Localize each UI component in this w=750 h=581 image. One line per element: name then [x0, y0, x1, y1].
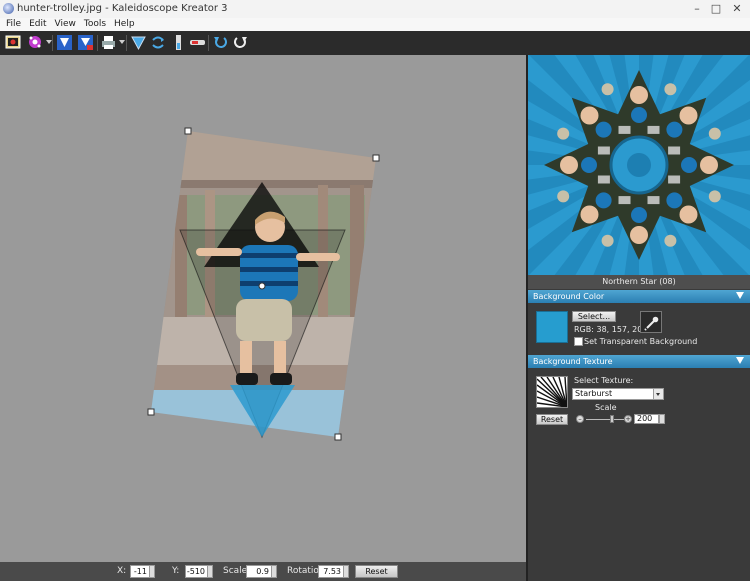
menu-edit[interactable]: Edit	[25, 18, 50, 31]
select-color-button[interactable]: Select...	[572, 311, 616, 322]
scale-slider-thumb[interactable]	[610, 415, 614, 423]
background-color-header[interactable]: Background Color	[528, 290, 750, 303]
flip-icon[interactable]	[150, 34, 167, 51]
background-color-title: Background Color	[533, 292, 605, 301]
background-texture-header[interactable]: Background Texture	[528, 355, 750, 368]
scale-decrease-icon[interactable]: –	[576, 415, 584, 423]
scale-input[interactable]: 0.9	[246, 565, 272, 578]
slide-icon[interactable]	[189, 34, 206, 51]
preview-caption: Northern Star (08)	[528, 275, 750, 289]
menu-view[interactable]: View	[51, 18, 80, 31]
pattern-icon[interactable]	[130, 34, 147, 51]
kaleidoscope-image	[528, 55, 750, 275]
print-dropdown-icon[interactable]	[119, 40, 125, 44]
y-input[interactable]: -510	[185, 565, 208, 578]
menu-help[interactable]: Help	[110, 18, 139, 31]
menu-tools[interactable]: Tools	[80, 18, 110, 31]
y-label: Y:	[172, 566, 180, 576]
undo-icon[interactable]	[212, 34, 229, 51]
y-spinner[interactable]	[207, 565, 213, 578]
pivot-handle[interactable]	[258, 282, 266, 290]
texture-scale-spinner[interactable]	[659, 414, 665, 424]
scale-increase-icon[interactable]: +	[624, 415, 632, 423]
redo-icon[interactable]	[232, 34, 249, 51]
resize-handle-top-right[interactable]	[372, 154, 380, 162]
scale-slider-track[interactable]	[586, 419, 624, 420]
texture-reset-button[interactable]: Reset	[536, 414, 568, 425]
image-canvas[interactable]	[0, 55, 526, 562]
export-icon[interactable]	[56, 34, 73, 51]
window-title: hunter-trolley.jpg - Kaleidoscope Kreato…	[17, 3, 228, 14]
texture-scale-label: Scale	[595, 403, 617, 412]
select-texture-label: Select Texture:	[574, 376, 634, 385]
eyedropper-icon[interactable]	[640, 311, 662, 333]
transparent-background-label: Set Transparent Background	[584, 337, 698, 346]
app-icon	[3, 3, 14, 14]
rotation-spinner[interactable]	[343, 565, 349, 578]
toolbar	[0, 31, 750, 56]
kaleidoscope-preview	[528, 55, 750, 275]
resize-handle-top-left[interactable]	[184, 127, 192, 135]
texture-select-value: Starburst	[575, 389, 613, 398]
side-panel: Northern Star (08) Background Color Sele…	[528, 55, 750, 581]
transparent-background-checkbox[interactable]	[574, 337, 583, 346]
x-input[interactable]: -11	[130, 565, 150, 578]
rgb-value-text: RGB: 38, 157, 207	[574, 325, 648, 334]
minimize-button[interactable]: –	[688, 2, 706, 16]
print-icon[interactable]	[100, 34, 117, 51]
save-icon[interactable]	[77, 34, 94, 51]
resize-handle-bottom-right[interactable]	[334, 433, 342, 441]
maximize-button[interactable]: □	[707, 2, 725, 16]
collapse-chevron-icon[interactable]	[736, 292, 744, 299]
toolbar-separator	[208, 35, 209, 51]
effects-icon[interactable]	[27, 34, 44, 51]
menu-file[interactable]: File	[2, 18, 25, 31]
photo-workspace[interactable]	[0, 55, 526, 562]
x-label: X:	[117, 566, 127, 576]
rotation-input[interactable]: 7.53	[318, 565, 344, 578]
close-button[interactable]: ✕	[728, 2, 746, 16]
title-bar: hunter-trolley.jpg - Kaleidoscope Kreato…	[0, 0, 750, 19]
menu-bar: File Edit View Tools Help	[0, 18, 750, 31]
x-spinner[interactable]	[149, 565, 155, 578]
chevron-down-icon[interactable]	[653, 389, 663, 399]
background-texture-title: Background Texture	[533, 357, 613, 366]
scale-spinner[interactable]	[271, 565, 277, 578]
collapse-chevron-icon[interactable]	[736, 357, 744, 364]
texture-preview	[536, 376, 568, 408]
mirror-icon[interactable]	[170, 34, 187, 51]
resize-handle-bottom-left[interactable]	[147, 408, 155, 416]
toolbar-separator	[97, 35, 98, 51]
texture-select[interactable]: Starburst	[572, 388, 664, 400]
transform-reset-button[interactable]: Reset	[355, 565, 398, 578]
open-image-icon[interactable]	[5, 34, 22, 51]
toolbar-separator	[126, 35, 127, 51]
transform-bar: X: -11 Y: -510 Scale: 0.9 Rotation: 7.53…	[0, 562, 526, 581]
texture-scale-input[interactable]: 200	[634, 414, 659, 424]
background-color-swatch[interactable]	[536, 311, 568, 343]
toolbar-separator	[52, 35, 53, 51]
